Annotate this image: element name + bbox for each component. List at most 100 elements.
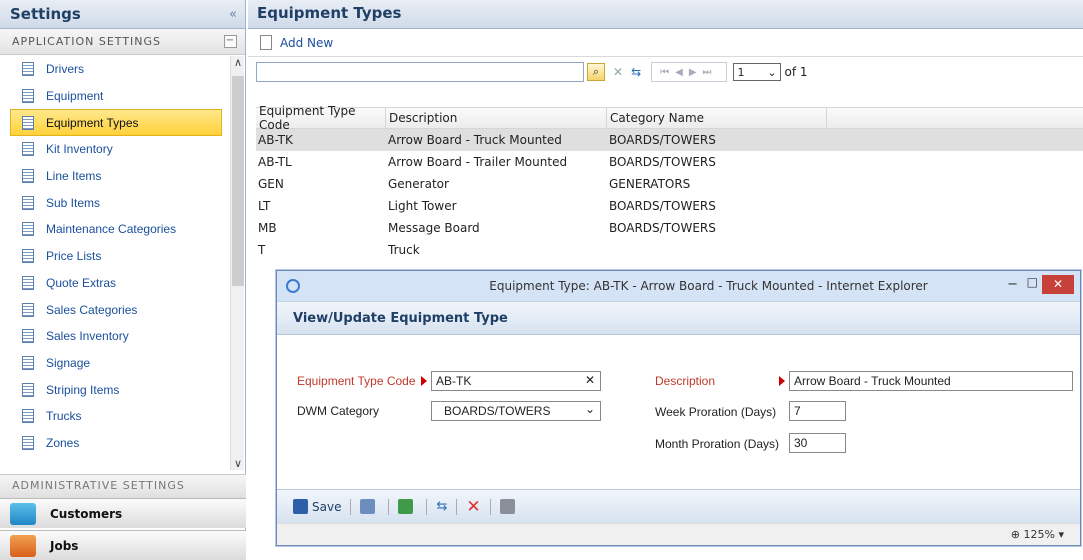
application-settings-header[interactable]: APPLICATION SETTINGS −: [0, 29, 245, 55]
page-select[interactable]: 1 ⌄: [732, 63, 781, 81]
document-icon: [22, 355, 34, 370]
table-row[interactable]: AB-TL Arrow Board - Trailer Mounted BOAR…: [256, 151, 1083, 173]
sidebar-item-label: Price Lists: [46, 249, 102, 264]
scroll-down-icon[interactable]: ∨: [231, 457, 245, 470]
customers-button[interactable]: Customers: [0, 498, 246, 528]
customers-icon: [10, 502, 36, 525]
administrative-settings-header[interactable]: ADMINISTRATIVE SETTINGS: [0, 474, 246, 498]
prev-page-icon[interactable]: ◀: [675, 67, 689, 78]
save-and-close-icon[interactable]: [360, 499, 376, 514]
month-proration-value: 30: [794, 436, 808, 450]
sidebar-item-label: Trucks: [46, 409, 82, 424]
sidebar-scrollbar[interactable]: ∧ ∨: [230, 56, 244, 470]
jobs-button[interactable]: Jobs: [0, 530, 246, 560]
table-row[interactable]: MB Message Board BOARDS/TOWERS: [256, 217, 1083, 239]
refresh-icon[interactable]: ⇆: [631, 65, 641, 79]
table-row[interactable]: LT Light Tower BOARDS/TOWERS: [256, 195, 1083, 217]
sidebar-item-label: Equipment: [46, 89, 104, 104]
sidebar-item-equipment-types[interactable]: Equipment Types: [10, 109, 222, 137]
cell-code: AB-TL: [258, 155, 292, 169]
sidebar-item-striping-items[interactable]: Striping Items: [0, 376, 230, 403]
column-header-description[interactable]: Description: [386, 108, 607, 128]
administrative-settings-label: ADMINISTRATIVE SETTINGS: [12, 479, 185, 492]
sidebar-item-quote-extras[interactable]: Quote Extras: [0, 270, 230, 297]
cell-category: GENERATORS: [609, 177, 691, 191]
chevron-down-icon: ⌄: [584, 402, 595, 416]
sidebar-item-equipment[interactable]: Equipment: [0, 83, 230, 110]
sidebar-item-drivers[interactable]: Drivers: [0, 56, 230, 83]
column-header-code[interactable]: Equipment Type Code: [256, 104, 386, 132]
document-icon: [22, 435, 34, 450]
column-header-spacer: [827, 108, 1083, 128]
equipment-types-grid: Equipment Type Code Description Category…: [256, 104, 1083, 261]
sidebar-item-kit-inventory[interactable]: Kit Inventory: [0, 136, 230, 163]
scroll-up-icon[interactable]: ∧: [231, 56, 245, 69]
sidebar-item-sales-categories[interactable]: Sales Categories: [0, 296, 230, 323]
cell-code: T: [258, 243, 266, 257]
cell-category: BOARDS/TOWERS: [609, 221, 716, 235]
required-arrow-icon: [421, 376, 427, 386]
document-icon: [22, 382, 34, 397]
delete-icon[interactable]: ✕: [466, 497, 480, 517]
dialog-toolbar: Save ⇆ ✕: [277, 489, 1080, 523]
collapse-panel-icon[interactable]: «: [229, 7, 237, 22]
description-field[interactable]: Arrow Board - Truck Mounted: [789, 371, 1073, 391]
document-icon: [22, 329, 34, 344]
sidebar-item-label: Zones: [46, 435, 80, 450]
add-new-button[interactable]: Add New: [280, 36, 333, 50]
sidebar-item-sales-inventory[interactable]: Sales Inventory: [0, 323, 230, 350]
column-header-category[interactable]: Category Name: [607, 108, 827, 128]
first-page-icon[interactable]: ⏮: [660, 67, 675, 78]
maximize-icon[interactable]: □: [1027, 275, 1038, 289]
cell-description: Arrow Board - Trailer Mounted: [388, 155, 568, 169]
last-page-icon[interactable]: ⏭: [703, 67, 718, 78]
scrollbar-thumb[interactable]: [232, 76, 244, 286]
clear-search-icon[interactable]: ✕: [613, 65, 623, 79]
sidebar-item-price-lists[interactable]: Price Lists: [0, 243, 230, 270]
table-row[interactable]: GEN Generator GENERATORS: [256, 173, 1083, 195]
status-bar: ⊕ 125% ▾: [277, 523, 1080, 545]
table-row[interactable]: T Truck: [256, 239, 1083, 261]
document-icon: [22, 62, 34, 77]
cell-category: BOARDS/TOWERS: [609, 199, 716, 213]
dialog-header: View/Update Equipment Type: [277, 301, 1080, 335]
dialog-title-bar[interactable]: Equipment Type: AB-TK - Arrow Board - Tr…: [277, 271, 1080, 301]
toolbar-separator: [456, 498, 458, 515]
cell-description: Message Board: [388, 221, 480, 235]
search-icon[interactable]: ⌕: [587, 63, 605, 81]
month-proration-field[interactable]: 30: [789, 433, 846, 453]
pager-controls[interactable]: ⏮ ◀ ▶ ⏭: [651, 62, 727, 82]
table-row[interactable]: AB-TK Arrow Board - Truck Mounted BOARDS…: [256, 129, 1083, 151]
search-input[interactable]: [256, 62, 584, 82]
document-icon: [22, 195, 34, 210]
chevron-down-icon[interactable]: ▾: [1058, 528, 1064, 541]
new-page-icon[interactable]: [260, 35, 272, 50]
type-code-field[interactable]: AB-TK ✕: [431, 371, 601, 391]
close-icon[interactable]: ✕: [1042, 275, 1074, 294]
collapse-section-icon[interactable]: −: [224, 35, 237, 48]
sidebar-item-label: Drivers: [46, 62, 84, 77]
type-code-label: Equipment Type Code: [297, 374, 416, 388]
document-icon: [22, 409, 34, 424]
week-proration-field[interactable]: 7: [789, 401, 846, 421]
search-toolbar: ⌕ ✕ ⇆ ⏮ ◀ ▶ ⏭ 1 ⌄ of 1: [248, 57, 1083, 87]
save-and-new-icon[interactable]: [398, 499, 414, 514]
sidebar-item-zones[interactable]: Zones: [0, 430, 230, 457]
application-settings-label: APPLICATION SETTINGS: [12, 35, 162, 48]
sidebar-item-signage[interactable]: Signage: [0, 350, 230, 377]
sidebar-item-label: Equipment Types: [46, 115, 139, 130]
print-icon[interactable]: [499, 499, 515, 514]
save-icon[interactable]: [293, 499, 308, 514]
sidebar-item-line-items[interactable]: Line Items: [0, 163, 230, 190]
refresh-icon[interactable]: ⇆: [436, 499, 447, 514]
next-page-icon[interactable]: ▶: [689, 67, 703, 78]
minimize-icon[interactable]: −: [1007, 277, 1018, 292]
zoom-level[interactable]: 125%: [1024, 528, 1055, 541]
sidebar-item-trucks[interactable]: Trucks: [0, 403, 230, 430]
sidebar-item-maintenance-categories[interactable]: Maintenance Categories: [0, 216, 230, 243]
save-button[interactable]: Save: [312, 500, 341, 514]
dwm-category-select[interactable]: BOARDS/TOWERS ⌄: [431, 401, 601, 421]
clear-field-icon[interactable]: ✕: [585, 373, 595, 387]
settings-nav-list: Drivers Equipment Equipment Types Kit In…: [0, 56, 230, 470]
sidebar-item-sub-items[interactable]: Sub Items: [0, 189, 230, 216]
